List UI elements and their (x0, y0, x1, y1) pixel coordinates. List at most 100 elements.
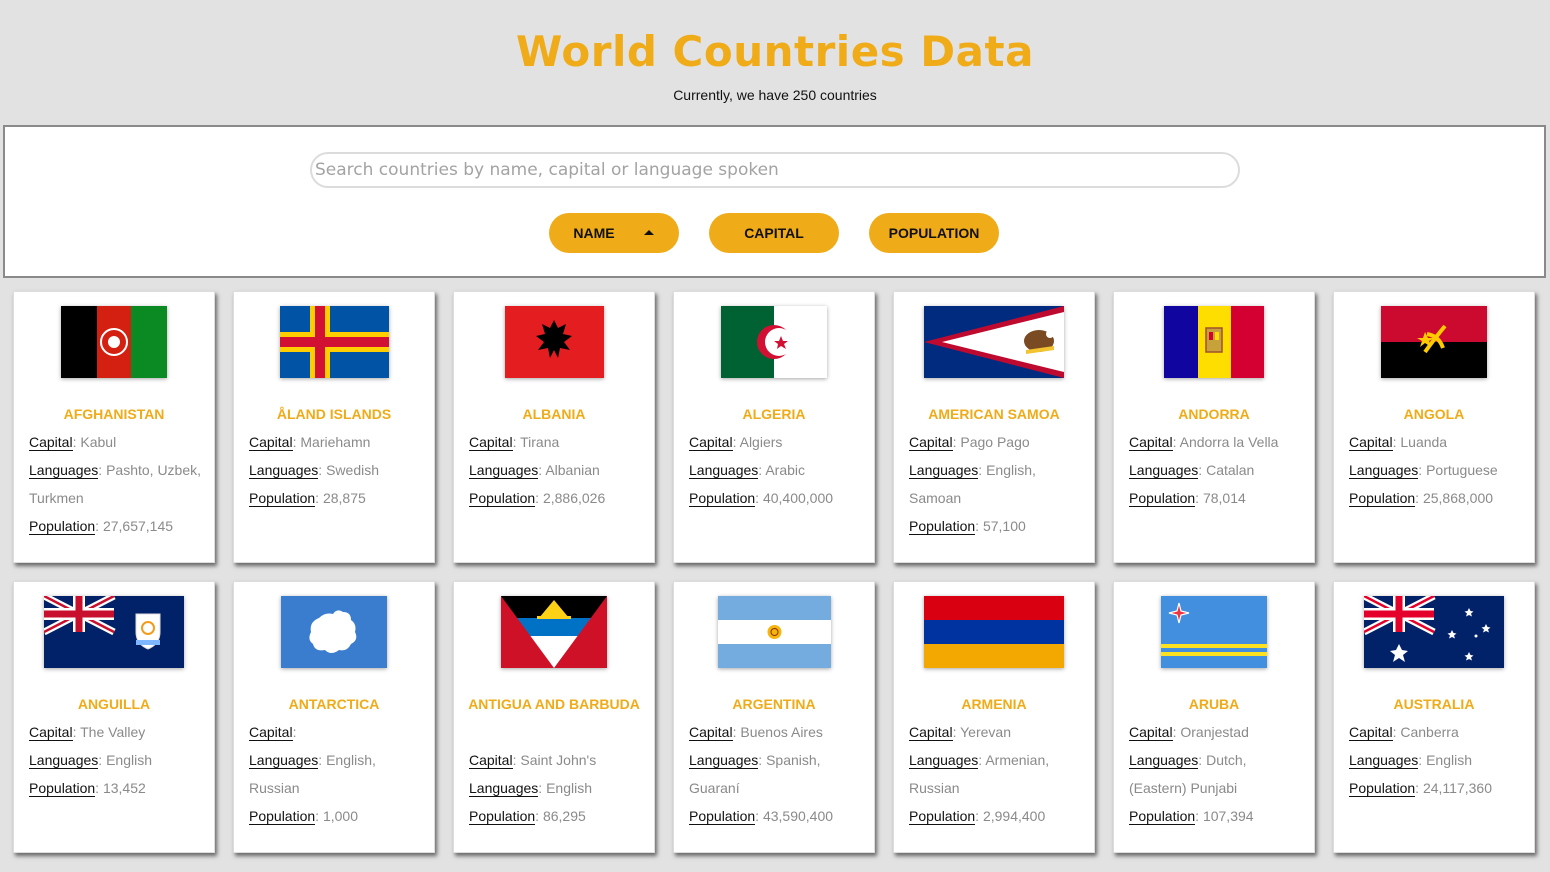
capital-row: Capital: Pago Pago (909, 434, 1030, 451)
population-label: Population (689, 808, 756, 825)
languages-row: Languages: Dutch, (Eastern) Punjabi (1129, 752, 1247, 796)
american-samoa-flag-icon (924, 306, 1064, 378)
country-name: ARGENTINA (732, 696, 816, 712)
population-value: 107,394 (1202, 808, 1254, 824)
country-name: ANTIGUA AND BARBUDA (468, 696, 640, 712)
capital-row: Capital: Tirana (469, 434, 560, 451)
languages-label: Languages (1129, 462, 1199, 479)
languages-label: Languages (469, 780, 539, 797)
country-details: Capital: Languages: English, Russian Pop… (249, 718, 426, 830)
country-name: ANGOLA (1403, 406, 1465, 422)
languages-label: Languages (249, 752, 319, 769)
capital-value: Tirana (520, 434, 560, 450)
country-name: ANTARCTICA (288, 696, 380, 712)
country-card-afghanistan: AFGHANISTAN Capital: Kabul Languages: Pa… (13, 291, 215, 563)
languages-label: Languages (249, 462, 319, 479)
search-input[interactable] (310, 152, 1240, 188)
capital-row: Capital: Canberra (1349, 724, 1459, 741)
languages-label: Languages (29, 462, 99, 479)
antarctica-flag-icon (281, 596, 387, 668)
antigua-flag-icon (501, 596, 607, 668)
country-card-algeria: ALGERIA Capital: Algiers Languages: Arab… (673, 291, 875, 563)
population-label: Population (469, 490, 536, 507)
population-value: 27,657,145 (102, 518, 174, 534)
capital-value: Mariehamn (300, 434, 371, 450)
flag-container (14, 306, 214, 378)
capital-row: Capital: Andorra la Vella (1129, 434, 1279, 451)
flag-container (1334, 306, 1534, 378)
country-card-anguilla: ANGUILLA Capital: The Valley Languages: … (13, 581, 215, 853)
capital-row: Capital: Mariehamn (249, 434, 371, 451)
country-details: Capital: Buenos Aires Languages: Spanish… (689, 718, 866, 830)
country-card-albania: ALBANIA Capital: Tirana Languages: Alban… (453, 291, 655, 563)
languages-label: Languages (1129, 752, 1199, 769)
flag-container (674, 596, 874, 668)
sort-capital-button[interactable]: CAPITAL (709, 213, 839, 253)
flag-container (1114, 596, 1314, 668)
country-card-antarctica: ANTARCTICA Capital: Languages: English, … (233, 581, 435, 853)
country-name: ALGERIA (742, 406, 806, 422)
armenia-flag-icon (924, 596, 1064, 668)
argentina-flag-icon (717, 596, 831, 668)
languages-row: Languages: Catalan (1129, 462, 1255, 479)
population-row: Population: 27,657,145 (29, 518, 174, 535)
languages-value: Catalan (1206, 462, 1255, 478)
capital-row: Capital: Algiers (689, 434, 783, 451)
afghanistan-flag-icon (61, 306, 167, 378)
flag-container (454, 596, 654, 668)
sort-population-button[interactable]: POPULATION (869, 213, 999, 253)
languages-row: Languages: Albanian (469, 462, 600, 479)
capital-value: Saint John's (520, 752, 597, 768)
country-card-american-samoa: AMERICAN SAMOA Capital: Pago Pago Langua… (893, 291, 1095, 563)
languages-value: English (106, 752, 152, 768)
population-label: Population (249, 490, 316, 507)
capital-label: Capital (1349, 724, 1393, 741)
capital-value: Algiers (739, 434, 783, 450)
languages-label: Languages (909, 462, 979, 479)
capital-label: Capital (29, 434, 73, 451)
flag-container (674, 306, 874, 378)
sort-name-button[interactable]: NAME (549, 213, 679, 253)
population-row: Population: 86,295 (469, 808, 586, 825)
flag-container (14, 596, 214, 668)
angola-flag-icon (1381, 306, 1487, 378)
flag-container (894, 306, 1094, 378)
capital-row: Capital: The Valley (29, 724, 146, 741)
languages-value: English (546, 780, 592, 796)
population-label: Population (689, 490, 756, 507)
languages-row: Languages: Portuguese (1349, 462, 1498, 479)
capital-value: Andorra la Vella (1179, 434, 1279, 450)
country-details: Capital: Canberra Languages: English Pop… (1349, 718, 1526, 802)
population-label: Population (1349, 490, 1416, 507)
sort-name-label: NAME (573, 225, 615, 241)
page-header: World Countries Data Currently, we have … (3, 3, 1547, 124)
population-row: Population: 25,868,000 (1349, 490, 1494, 507)
languages-label: Languages (29, 752, 99, 769)
capital-label: Capital (469, 752, 513, 769)
population-value: 43,590,400 (762, 808, 834, 824)
country-details: Capital: Tirana Languages: Albanian Popu… (469, 428, 646, 512)
country-details: Capital: Andorra la Vella Languages: Cat… (1129, 428, 1306, 512)
andorra-flag-icon (1164, 306, 1264, 378)
country-card-aruba: ARUBA Capital: Oranjestad Languages: Dut… (1113, 581, 1315, 853)
sort-ascending-icon (644, 230, 654, 235)
capital-row: Capital: Buenos Aires (689, 724, 823, 741)
languages-label: Languages (469, 462, 539, 479)
capital-label: Capital (909, 434, 953, 451)
languages-value: Portuguese (1426, 462, 1498, 478)
australia-flag-icon (1364, 596, 1504, 668)
flag-container (1114, 306, 1314, 378)
languages-row: Languages: English (1349, 752, 1472, 769)
flag-container (234, 306, 434, 378)
country-details: Capital: Pago Pago Languages: English, S… (909, 428, 1086, 540)
capital-label: Capital (909, 724, 953, 741)
languages-row: Languages: Pashto, Uzbek, Turkmen (29, 462, 202, 506)
population-row: Population: 43,590,400 (689, 808, 834, 825)
country-count: Currently, we have 250 countries (673, 87, 877, 103)
population-label: Population (909, 808, 976, 825)
languages-row: Languages: Armenian, Russian (909, 752, 1050, 796)
capital-label: Capital (1129, 434, 1173, 451)
country-card-armenia: ARMENIA Capital: Yerevan Languages: Arme… (893, 581, 1095, 853)
languages-label: Languages (1349, 462, 1419, 479)
population-row: Population: 2,994,400 (909, 808, 1046, 825)
